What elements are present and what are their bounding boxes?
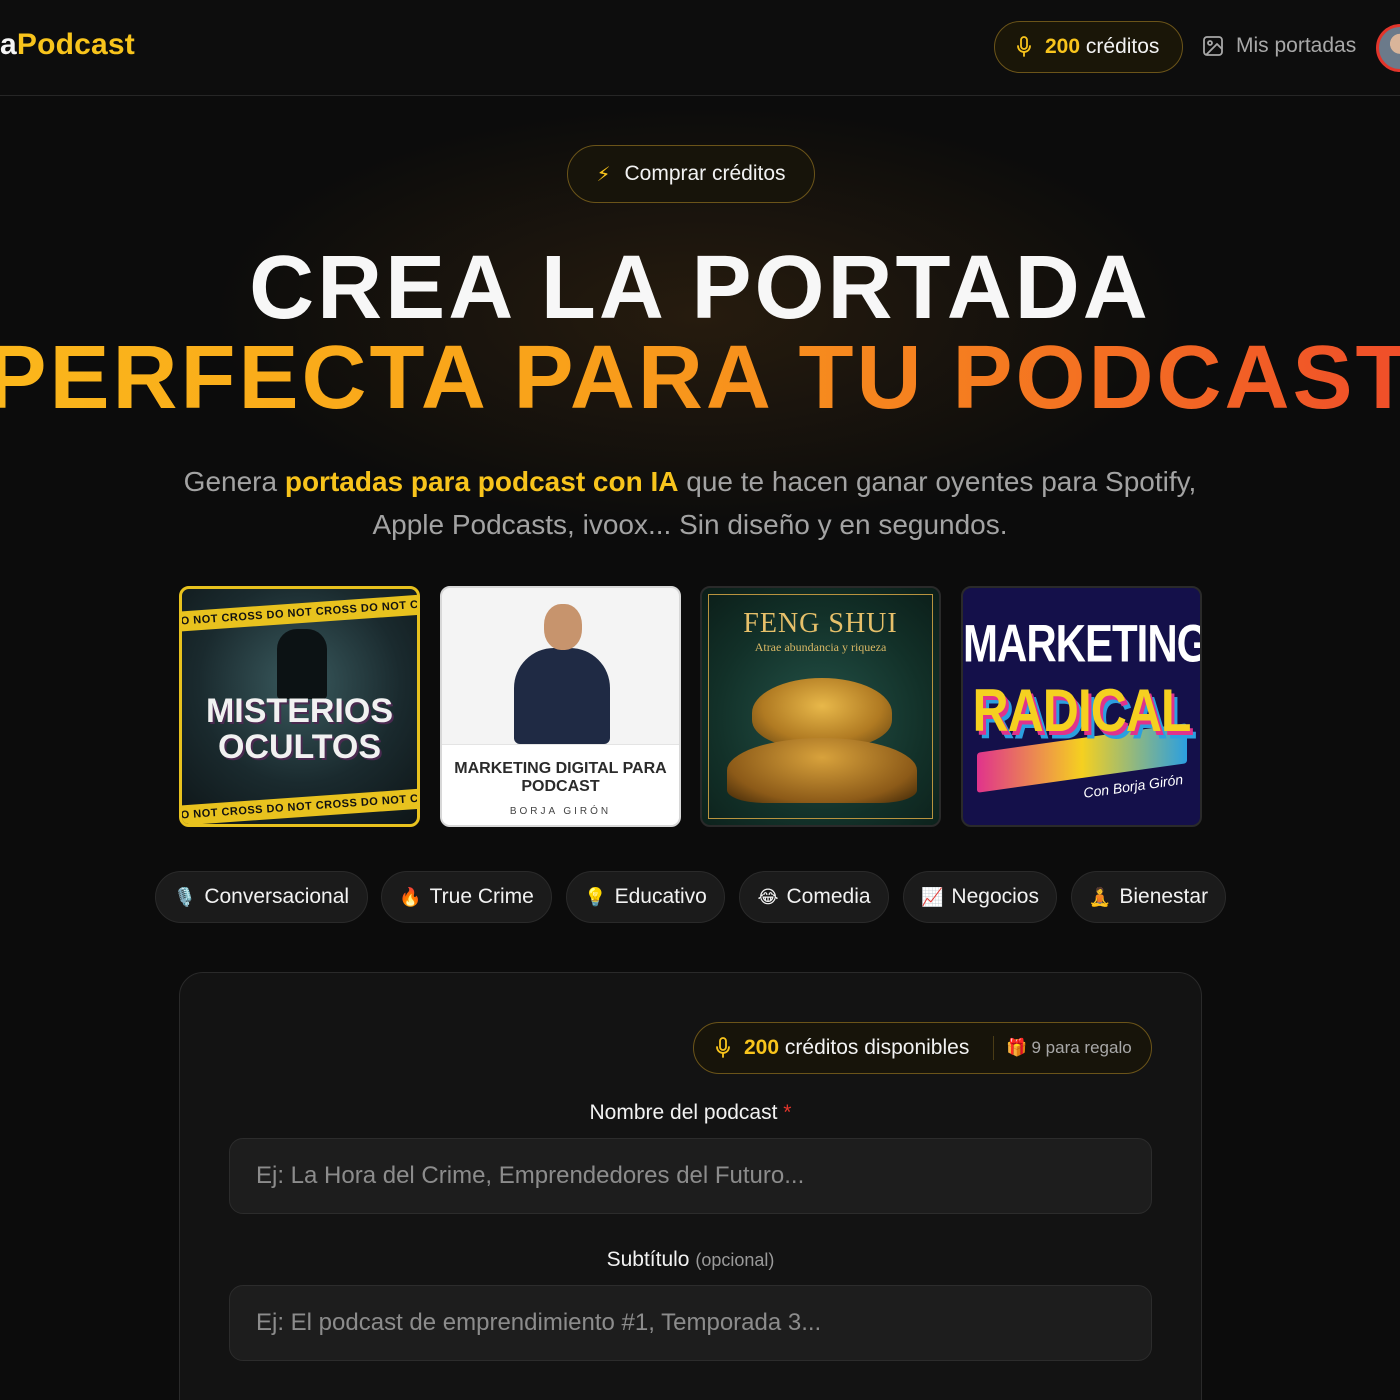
meditation-icon: 🧘 bbox=[1088, 886, 1112, 907]
gift-icon: 🎁 bbox=[1006, 1038, 1028, 1057]
cover-title: FENG SHUI bbox=[743, 608, 898, 639]
hero-subtitle: Genera portadas para podcast con IA que … bbox=[150, 460, 1230, 546]
gold-coins-illustration bbox=[727, 738, 917, 803]
microphone-icon: 🎙️ bbox=[173, 886, 197, 907]
cover-title: MISTERIOS OCULTOS bbox=[205, 692, 394, 766]
hero-title-line1: CREA LA PORTADA bbox=[249, 238, 1151, 338]
gift-credits: 🎁 9 para regalo bbox=[1006, 1038, 1131, 1058]
my-covers-link[interactable]: Mis portadas bbox=[1202, 34, 1356, 58]
podcast-name-label: Nombre del podcast * bbox=[179, 1101, 1202, 1125]
chart-up-icon: 📈 bbox=[921, 886, 944, 907]
cover-title-top: MARKETING bbox=[963, 614, 1202, 673]
cover-title: MARKETING DIGITAL PARA PODCAST bbox=[454, 760, 667, 795]
fire-icon: 🔥 bbox=[399, 886, 422, 907]
chip-label: True Crime bbox=[429, 885, 534, 908]
chip-label: Negocios bbox=[951, 885, 1039, 908]
example-cover-marketing-radical: MARKETING RADICAL Con Borja Girón bbox=[961, 586, 1202, 827]
chip-label: Bienestar bbox=[1119, 885, 1209, 908]
subtitle-highlight: portadas para podcast con IA bbox=[284, 466, 679, 497]
available-credits-label: créditos disponibles bbox=[784, 1036, 970, 1059]
hero-title-line2: PERFECTA PARA TU PODCAST bbox=[0, 328, 1400, 428]
chip-label: Comedia bbox=[786, 885, 871, 908]
lightning-icon: ⚡ bbox=[596, 163, 611, 186]
lightbulb-icon: 💡 bbox=[584, 886, 607, 907]
divider bbox=[993, 1036, 995, 1060]
chip-label: Educativo bbox=[614, 885, 707, 908]
microphone-icon bbox=[1017, 36, 1031, 57]
subtitle-label: Subtítulo (opcional) bbox=[179, 1248, 1202, 1272]
available-credits-badge: 200 créditos disponibles 🎁 9 para regalo bbox=[693, 1022, 1152, 1074]
podcast-name-input[interactable] bbox=[229, 1138, 1152, 1214]
laughing-face-icon: 😂 bbox=[757, 886, 779, 907]
header-credits-count: 200 bbox=[1045, 35, 1081, 58]
cover-subtitle: Atrae abundancia y riqueza bbox=[754, 640, 887, 654]
app-logo[interactable]: aPodcast bbox=[0, 28, 135, 62]
cover-title-bottom: RADICAL bbox=[972, 677, 1192, 745]
cover-author: BORJA GIRÓN bbox=[509, 806, 612, 817]
microphone-icon bbox=[716, 1037, 730, 1058]
crime-tape: DO NOT CROSS DO NOT CROSS DO NOT CROSS D… bbox=[182, 593, 417, 633]
crime-tape: DO NOT CROSS DO NOT CROSS DO NOT CROSS D… bbox=[182, 787, 417, 824]
logo-prefix: a bbox=[0, 28, 17, 61]
user-avatar[interactable] bbox=[1376, 24, 1400, 72]
category-chip-bienestar[interactable]: 🧘 Bienestar bbox=[1071, 871, 1226, 923]
example-cover-marketing-digital: MARKETING DIGITAL PARA PODCAST BORJA GIR… bbox=[440, 586, 681, 827]
gift-label: 9 para regalo bbox=[1031, 1038, 1132, 1057]
chip-label: Conversacional bbox=[204, 885, 350, 908]
category-chip-comedia[interactable]: 😂 Comedia bbox=[739, 871, 889, 923]
podcast-name-label-text: Nombre del podcast bbox=[589, 1101, 778, 1124]
host-photo bbox=[514, 604, 610, 744]
buy-credits-label: Comprar créditos bbox=[624, 162, 786, 185]
my-covers-label: Mis portadas bbox=[1236, 34, 1357, 57]
header-credits-button[interactable]: 200 créditos bbox=[994, 21, 1183, 73]
example-cover-feng-shui: FENG SHUI Atrae abundancia y riqueza bbox=[700, 586, 941, 827]
subtitle-pre: Genera bbox=[183, 466, 285, 497]
category-chip-educativo[interactable]: 💡 Educativo bbox=[566, 871, 725, 923]
buy-credits-button[interactable]: ⚡ Comprar créditos bbox=[567, 145, 815, 203]
category-chip-true-crime[interactable]: 🔥 True Crime bbox=[381, 871, 552, 923]
optional-marker: (opcional) bbox=[695, 1250, 775, 1270]
header-credits-label: créditos bbox=[1085, 35, 1160, 58]
available-credits-count: 200 bbox=[744, 1036, 780, 1059]
detective-silhouette bbox=[277, 629, 327, 699]
required-marker: * bbox=[783, 1101, 792, 1124]
top-header: aPodcast 200 créditos Mis portadas bbox=[0, 0, 1400, 96]
subtitle-input[interactable] bbox=[229, 1285, 1152, 1361]
example-cover-misterios: DO NOT CROSS DO NOT CROSS DO NOT CROSS D… bbox=[179, 586, 420, 827]
subtitle-label-text: Subtítulo bbox=[606, 1248, 690, 1271]
category-chip-conversacional[interactable]: 🎙️ Conversacional bbox=[155, 871, 368, 923]
image-icon bbox=[1203, 36, 1223, 56]
category-chip-negocios[interactable]: 📈 Negocios bbox=[903, 871, 1057, 923]
logo-suffix: Podcast bbox=[16, 28, 135, 61]
